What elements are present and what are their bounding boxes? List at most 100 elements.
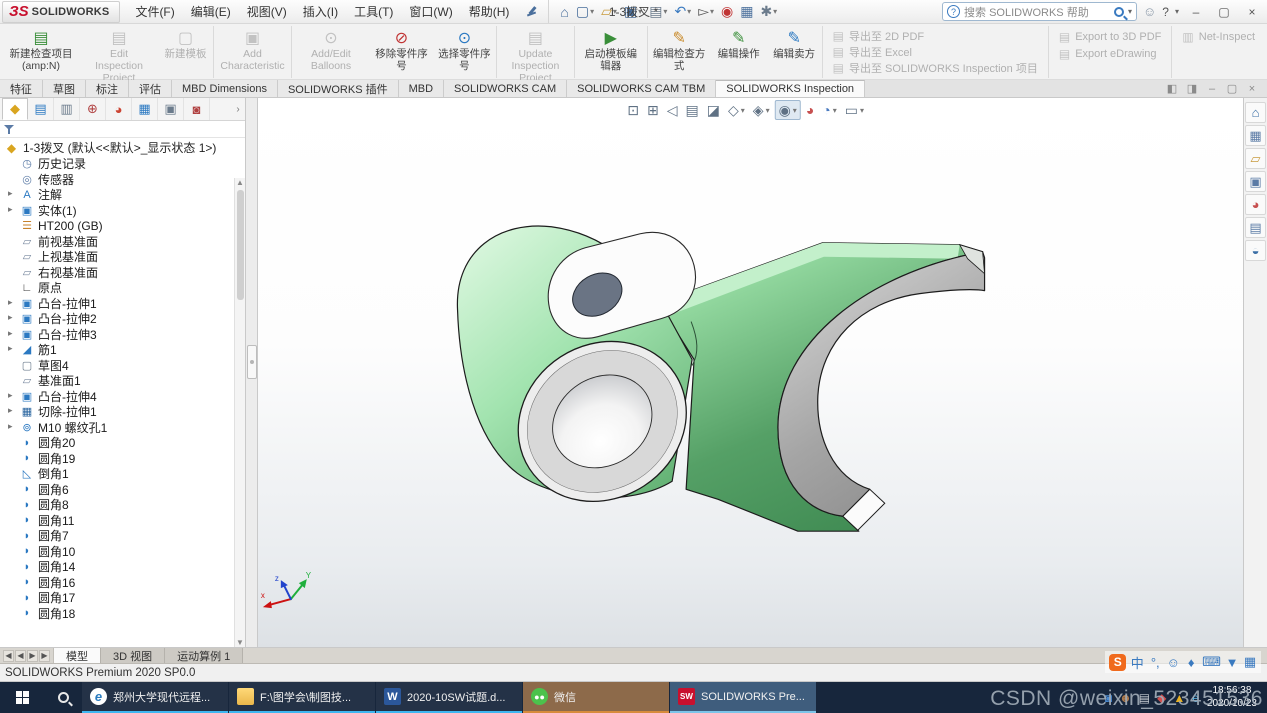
evaluate-icon[interactable]: ▦ [737, 2, 756, 22]
zoom-area-icon[interactable]: ⊞ [644, 100, 662, 120]
ribbon-button[interactable]: ⊘ 移除零件序号 [370, 26, 433, 78]
close-button[interactable]: × [1241, 3, 1263, 21]
command-tab[interactable]: MBD Dimensions [172, 80, 278, 97]
taskbar-app-button[interactable]: e 郑州大学现代远程... [82, 682, 228, 713]
panel-splitter[interactable] [246, 98, 258, 647]
tree-item[interactable]: A 注解 [0, 187, 245, 203]
alert-icon[interactable]: ▲ [1173, 692, 1185, 704]
ribbon-button[interactable]: ✎ 编辑检查方式 [648, 26, 711, 78]
solidworks-logo[interactable]: ЗS SOLIDWORKS [2, 0, 121, 23]
dropdown-caret-icon[interactable]: ▾ [773, 7, 777, 16]
dimxpertmanager-tab[interactable]: ⊕ [80, 98, 106, 120]
edit-appearance-icon[interactable]: ◕ [803, 100, 817, 120]
tree-item[interactable]: ◷ 历史记录 [0, 156, 245, 172]
export-menu-item[interactable]: ▤ 导出至 2D PDF [827, 28, 1044, 44]
zoom-fit-icon[interactable]: ⊡ [624, 100, 642, 120]
tree-item[interactable]: ◗ 圆角16 [0, 575, 245, 591]
tree-item[interactable]: ◗ 圆角6 [0, 482, 245, 498]
tree-scrollbar[interactable]: ▲ ▼ [234, 178, 245, 647]
command-tab[interactable]: SOLIDWORKS 插件 [277, 80, 399, 97]
tree-item[interactable]: ▱ 前视基准面 [0, 234, 245, 250]
command-tab[interactable]: MBD [398, 80, 445, 97]
doc-close-button[interactable]: × [1243, 83, 1261, 95]
tree-item[interactable]: ◎ 传感器 [0, 172, 245, 188]
menu-item[interactable]: 工具(T) [347, 1, 400, 22]
apply-scene-icon[interactable]: ◔ [819, 100, 839, 120]
tree-item[interactable]: ◗ 圆角8 [0, 497, 245, 513]
restore-button[interactable]: ▢ [1213, 3, 1235, 21]
tree-filter-input[interactable] [19, 123, 245, 136]
help-dropdown-icon[interactable]: ▾ [1175, 7, 1179, 16]
tree-item[interactable]: ▢ 草图4 [0, 358, 245, 374]
menu-item[interactable]: 编辑(E) [184, 1, 238, 22]
tree-item[interactable]: ∟ 原点 [0, 280, 245, 296]
tree-root-item[interactable]: ◆ 1-3拨叉 (默认<<默认>_显示状态 1>) [0, 139, 245, 156]
tree-item[interactable]: ▱ 右视基准面 [0, 265, 245, 281]
ribbon-button[interactable]: ▶ 启动模板编辑器 [575, 26, 648, 78]
featuremanager-tab[interactable]: ◆ [2, 98, 28, 120]
solidworks-forum-icon[interactable]: ◒ [1245, 240, 1266, 261]
tree-item[interactable]: ◗ 圆角11 [0, 513, 245, 529]
tab-prev-icon[interactable]: ◀ [15, 649, 26, 662]
filter-funnel-icon[interactable] [4, 124, 15, 135]
part-model-3d[interactable]: x Y z [258, 98, 1243, 647]
dropdown-caret-icon[interactable]: ▾ [663, 7, 667, 16]
options-gear-icon[interactable]: ✱ ▾ [757, 2, 780, 22]
tree-item[interactable]: ◗ 圆角20 [0, 435, 245, 451]
command-tab[interactable]: 草图 [43, 80, 86, 97]
select-cursor-icon[interactable]: ▻ ▾ [695, 2, 717, 22]
scroll-up-icon[interactable]: ▲ [236, 178, 244, 187]
ribbon-button[interactable]: ✎ 编辑卖方 [767, 26, 823, 78]
tree-item[interactable]: ▣ 凸台-拉伸4 [0, 389, 245, 405]
user-agent-icon[interactable]: ☻ [1119, 692, 1132, 704]
ribbon-button[interactable]: ▤ Update Inspection Project [497, 26, 575, 84]
previous-view-icon[interactable]: ◁ [664, 100, 681, 120]
export-menu-item[interactable]: ▤ 导出至 Excel [827, 44, 1044, 60]
taskbar-app-button[interactable]: SW SOLIDWORKS Pre... [670, 682, 816, 713]
pane-left-icon[interactable]: ◧ [1163, 82, 1181, 95]
solidworks-resources-icon[interactable]: ⌂ [1245, 102, 1266, 123]
ribbon-button[interactable]: ▤ Edit Inspection Project [80, 26, 158, 84]
taskbar-app-button[interactable]: ●● 微信 [523, 682, 669, 713]
tree-item[interactable]: ▱ 基准面1 [0, 373, 245, 389]
printer-icon[interactable]: ▤ [1139, 692, 1150, 704]
help-menu[interactable]: ? [1162, 5, 1169, 19]
configurationmanager-tab[interactable]: ▥ [54, 98, 80, 120]
tree-item[interactable]: ▱ 上视基准面 [0, 249, 245, 265]
command-tab[interactable]: 特征 [0, 80, 43, 97]
tree-item[interactable]: ☰ HT200 (GB) [0, 218, 245, 234]
doc-minimize-button[interactable]: – [1203, 83, 1221, 95]
ribbon-button[interactable]: ▢ 新建模板 [158, 26, 214, 78]
menu-item[interactable]: 帮助(H) [462, 1, 517, 22]
ribbon-button[interactable]: ▤ 新建检查项目(amp:N) [2, 26, 80, 78]
login-user-icon[interactable]: ☺ [1143, 4, 1156, 19]
ribbon-button[interactable]: ▣ Add Characteristic [214, 26, 292, 78]
command-tab[interactable]: SOLIDWORKS Inspection [716, 80, 866, 97]
taskbar-search-button[interactable] [44, 682, 82, 713]
toolbox-icon[interactable]: ▦ [1243, 654, 1257, 670]
export-menu-item[interactable]: ▤ 导出至 SOLIDWORKS Inspection 项目 [827, 60, 1044, 76]
ribbon-button[interactable]: ⊙ Add/Edit Balloons [292, 26, 370, 78]
minimize-button[interactable]: – [1185, 3, 1207, 21]
help-search-box[interactable]: ? 搜索 SOLIDWORKS 帮助 ▾ [942, 2, 1138, 21]
dropdown-caret-icon[interactable]: ▾ [687, 7, 691, 16]
custom-properties-icon[interactable]: ▤ [1245, 217, 1266, 238]
command-tab[interactable]: SOLIDWORKS CAM [444, 80, 568, 97]
dropdown-caret-icon[interactable]: ▾ [710, 7, 714, 16]
command-tab[interactable]: SOLIDWORKS CAM TBM [567, 80, 717, 97]
ribbon-button[interactable]: ⊙ 选择零件序号 [433, 26, 497, 78]
sogou-s-icon[interactable]: S [1109, 653, 1127, 671]
graphics-area[interactable]: x Y z ⊡ ⊞ ◁ ▤ ◪ ◇ ◈ ◉ ◕ ◔ ▭ [258, 98, 1243, 647]
export-menu-item[interactable]: ▤ Export to 3D PDF [1053, 28, 1168, 45]
tree-item[interactable]: ◗ 圆角7 [0, 528, 245, 544]
tab-first-icon[interactable]: ◀ [3, 649, 14, 662]
tree-item[interactable]: ◗ 圆角19 [0, 451, 245, 467]
view-orientation-icon[interactable]: ◇ [725, 100, 748, 120]
cn-mode-icon[interactable]: 中 [1130, 653, 1144, 672]
scroll-down-icon[interactable]: ▼ [236, 638, 244, 647]
pin-menu-icon[interactable] [524, 4, 540, 20]
print-icon[interactable]: ▤ ▾ [646, 2, 670, 22]
dropdown-caret-icon[interactable]: ▾ [638, 7, 642, 16]
taskbar-app-button[interactable]: W 2020-10SW试题.d... [376, 682, 522, 713]
export-menu-item[interactable]: ▤ Export eDrawing [1053, 45, 1168, 62]
